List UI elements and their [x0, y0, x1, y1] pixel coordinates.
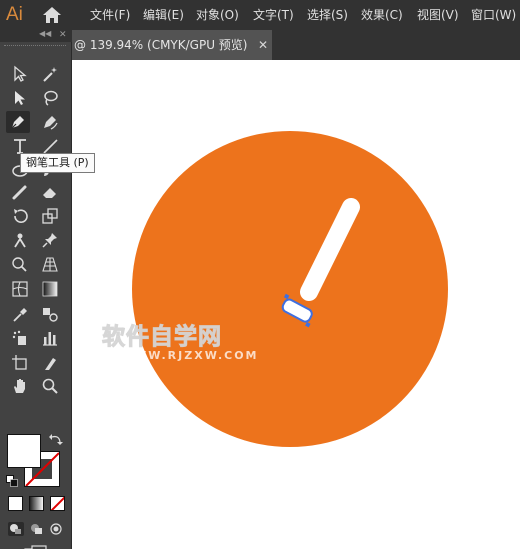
tools-panel-header: ◀◀ ✕: [0, 29, 72, 42]
pen-tool-icon[interactable]: [6, 111, 30, 133]
menu-edit[interactable]: 编辑(E): [143, 0, 184, 30]
app-logo: Ai: [6, 4, 23, 25]
zoom-tool-icon[interactable]: [38, 375, 62, 397]
puppet-warp-tool-icon[interactable]: [8, 229, 32, 251]
artwork: [132, 131, 448, 447]
color-mode-button[interactable]: [8, 496, 23, 511]
fill-swatch[interactable]: [7, 434, 41, 468]
direct-selection-tool-icon[interactable]: [8, 87, 32, 109]
menu-bar: Ai 文件(F) 编辑(E) 对象(O) 文字(T) 选择(S) 效果(C) 视…: [0, 0, 520, 30]
lasso-tool-icon[interactable]: [38, 87, 62, 109]
watermark-main-text: 软件自学网: [102, 324, 222, 351]
scale-tool-icon[interactable]: [38, 205, 62, 227]
blend-tool-icon[interactable]: [38, 303, 62, 325]
default-colors-icon[interactable]: [6, 475, 18, 487]
document-tab-bar: @ 139.94% (CMYK/GPU 预览) ✕: [72, 30, 520, 60]
draw-normal-icon[interactable]: [8, 522, 24, 536]
pen-tool-tooltip: 钢笔工具 (P): [20, 153, 95, 173]
menu-type[interactable]: 文字(T): [253, 0, 294, 30]
orange-circle[interactable]: [132, 131, 448, 447]
menu-file[interactable]: 文件(F): [90, 0, 130, 30]
symbol-sprayer-tool-icon[interactable]: [8, 327, 32, 349]
menu-select[interactable]: 选择(S): [307, 0, 348, 30]
artboard-tool-icon[interactable]: [8, 352, 32, 374]
close-panel-icon[interactable]: ✕: [59, 30, 67, 40]
draw-behind-icon[interactable]: [29, 522, 43, 536]
mesh-tool-icon[interactable]: [8, 278, 32, 300]
collapse-panel-icon[interactable]: ◀◀: [39, 29, 51, 38]
eyedropper-tool-icon[interactable]: [8, 303, 32, 325]
magic-wand-tool-icon[interactable]: [38, 63, 62, 85]
column-graph-tool-icon[interactable]: [38, 327, 62, 349]
gradient-mode-button[interactable]: [29, 496, 44, 511]
rotate-tool-icon[interactable]: [8, 205, 32, 227]
menu-object[interactable]: 对象(O): [196, 0, 239, 30]
gradient-tool-icon[interactable]: [38, 278, 62, 300]
menu-effect[interactable]: 效果(C): [361, 0, 403, 30]
blob-brush-tool-icon[interactable]: [8, 181, 32, 203]
pin-tool-icon[interactable]: [38, 229, 62, 251]
eraser-tool-icon[interactable]: [38, 181, 62, 203]
tools-panel: ◀◀ ✕: [0, 29, 72, 549]
curvature-tool-icon[interactable]: [38, 111, 62, 133]
menu-window[interactable]: 窗口(W): [471, 0, 516, 30]
watermark: 软件自学网 WWW.RJZXW.COM: [102, 324, 259, 362]
selection-tool-icon[interactable]: [8, 63, 32, 85]
slice-tool-icon[interactable]: [38, 352, 62, 374]
draw-inside-icon[interactable]: [49, 522, 63, 536]
panel-grip[interactable]: [4, 45, 66, 48]
swap-fill-stroke-icon[interactable]: [49, 433, 63, 447]
shape-builder-tool-icon[interactable]: [8, 253, 32, 275]
illustrator-window: Ai 文件(F) 编辑(E) 对象(O) 文字(T) 选择(S) 效果(C) 视…: [0, 0, 520, 549]
screen-mode-icon[interactable]: [24, 545, 48, 549]
document-tab-title: @ 139.94% (CMYK/GPU 预览): [74, 38, 248, 52]
hand-tool-icon[interactable]: [8, 375, 32, 397]
document-tab[interactable]: @ 139.94% (CMYK/GPU 预览) ✕: [72, 30, 272, 60]
perspective-grid-tool-icon[interactable]: [38, 253, 62, 275]
watermark-url-text: WWW.RJZXW.COM: [120, 349, 259, 362]
menu-view[interactable]: 视图(V): [417, 0, 459, 30]
none-mode-button[interactable]: [50, 496, 65, 511]
close-tab-icon[interactable]: ✕: [258, 30, 268, 60]
artboard-canvas[interactable]: [72, 60, 520, 549]
home-icon[interactable]: [42, 6, 62, 24]
